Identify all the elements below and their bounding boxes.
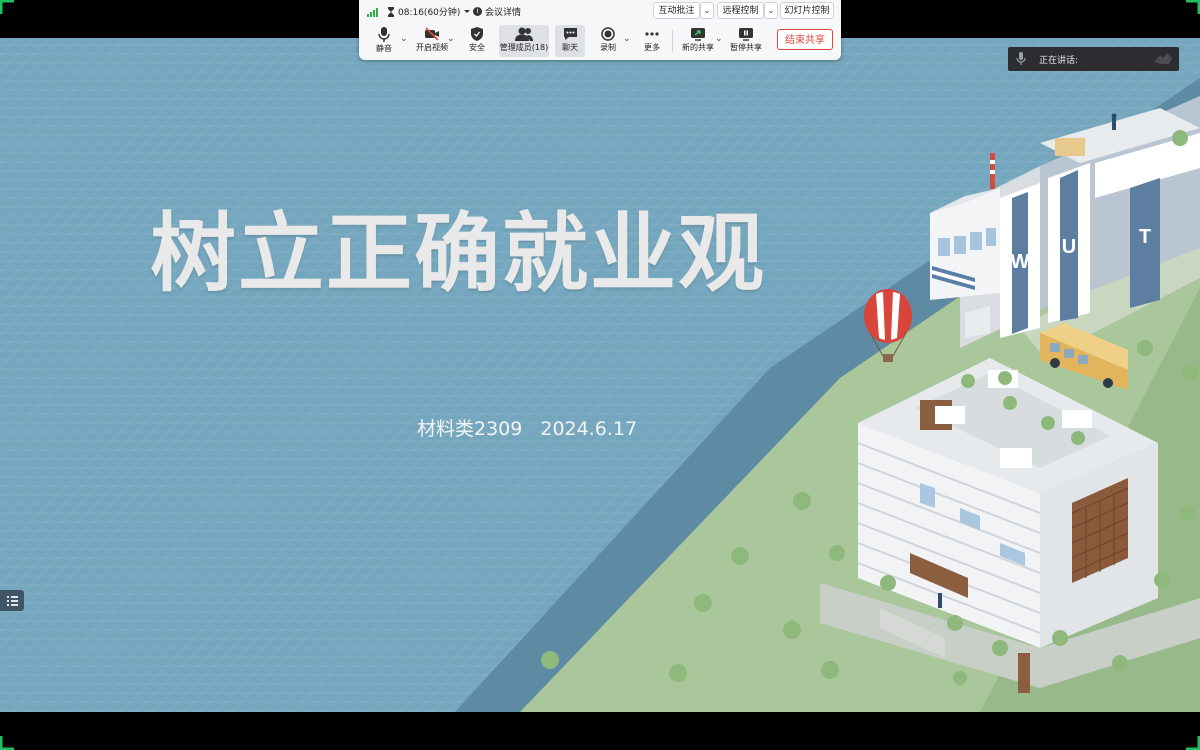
meeting-details-label: 会议详情: [485, 8, 522, 18]
more-dots-icon: [645, 32, 659, 36]
presentation-date: 2024.6.17: [540, 418, 638, 440]
microphone-icon: [378, 27, 390, 42]
slide-title: 树立正确就业观: [150, 204, 766, 304]
record-options-icon[interactable]: ⌄: [623, 34, 631, 44]
frame-corner-top-right: [1186, 0, 1200, 14]
speaking-label: 正在讲话:: [1039, 56, 1079, 66]
mute-label: 静音: [376, 44, 392, 53]
annotate-dropdown-button[interactable]: ⌄: [700, 2, 714, 19]
record-button[interactable]: 录制: [595, 25, 621, 57]
meeting-details-button[interactable]: i 会议详情: [473, 5, 521, 18]
chat-bubble-icon: [563, 28, 577, 40]
mute-button[interactable]: 静音: [371, 25, 397, 57]
sign-letter: U: [1062, 236, 1076, 258]
signal-icon: [367, 8, 378, 17]
list-icon: [7, 596, 18, 606]
manage-members-label: 管理成员(18): [499, 43, 549, 52]
frame-corner-top-left: [0, 0, 14, 14]
members-icon: [515, 27, 533, 41]
new-share-label: 新的共享: [682, 43, 714, 52]
shield-icon: [471, 27, 483, 41]
end-share-button[interactable]: 结束共享: [777, 29, 833, 50]
meeting-toolbar: 08:16(60分钟) i 会议详情 互动批注 ⌄ 远程控制 ⌄ 幻灯片控制 静…: [359, 0, 841, 60]
class-name: 材料类2309: [417, 418, 523, 440]
speaking-indicator: 正在讲话:: [1008, 47, 1179, 71]
meeting-timer[interactable]: 08:16(60分钟): [387, 5, 471, 18]
security-button[interactable]: 安全: [465, 25, 489, 57]
pause-share-label: 暂停共享: [730, 43, 762, 52]
slide-subtitle: 材料类2309 2024.6.17: [417, 414, 637, 441]
speaker-avatar-icon: [1154, 53, 1172, 64]
frame-corner-bottom-left: [0, 736, 14, 750]
manage-members-button[interactable]: 管理成员(18): [499, 25, 549, 57]
start-video-label: 开启视频: [416, 43, 448, 52]
remote-control-dropdown-button[interactable]: ⌄: [764, 2, 778, 19]
annotate-button[interactable]: 互动批注: [653, 2, 700, 19]
toolbar-actions-row: 静音 ⌄ 开启视频 ⌄ 安全 管理成员(18) 聊天 录制 ⌄ 更多 新的共享 …: [359, 24, 841, 58]
timer-text: 08:16(60分钟): [398, 8, 461, 18]
participant-list-toggle[interactable]: [0, 590, 24, 611]
remote-control-button[interactable]: 远程控制: [717, 2, 764, 19]
video-off-icon: [425, 27, 439, 41]
sign-letter: W: [1011, 251, 1030, 273]
slide-control-button[interactable]: 幻灯片控制: [780, 2, 834, 19]
microphone-icon: [1016, 52, 1026, 65]
more-button[interactable]: 更多: [639, 25, 665, 57]
video-options-icon[interactable]: ⌄: [447, 34, 455, 44]
chat-label: 聊天: [562, 43, 578, 52]
share-screen-icon: [691, 28, 705, 41]
campus-illustration: W U T: [455, 78, 1200, 712]
chat-button[interactable]: 聊天: [555, 25, 585, 57]
info-icon: i: [473, 7, 482, 16]
pause-screen-icon: [739, 28, 753, 41]
letterbox-bottom: [0, 712, 1200, 750]
record-icon: [601, 27, 615, 41]
mute-options-icon[interactable]: ⌄: [400, 34, 408, 44]
record-label: 录制: [600, 43, 616, 52]
pause-share-button[interactable]: 暂停共享: [727, 25, 765, 57]
new-share-button[interactable]: 新的共享: [679, 25, 717, 57]
hourglass-icon: [388, 6, 394, 17]
security-label: 安全: [469, 43, 485, 52]
sign-letter: T: [1139, 226, 1151, 248]
more-label: 更多: [644, 43, 660, 52]
toolbar-status-row: 08:16(60分钟) i 会议详情 互动批注 ⌄ 远程控制 ⌄ 幻灯片控制: [359, 0, 841, 22]
start-video-button[interactable]: 开启视频: [413, 25, 451, 57]
chevron-down-icon: [464, 9, 471, 13]
shared-slide: W U T 树立正确就业观 材料类2309 2024.6.17: [0, 38, 1200, 712]
share-options-icon[interactable]: ⌄: [715, 34, 723, 44]
toolbar-divider: [672, 30, 673, 52]
frame-corner-bottom-right: [1186, 736, 1200, 750]
